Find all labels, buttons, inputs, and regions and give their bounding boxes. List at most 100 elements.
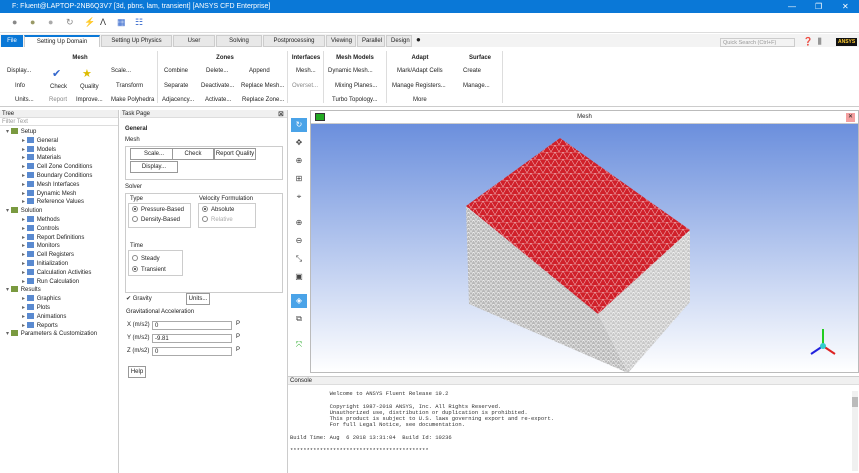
views-icon[interactable]: ⧉ bbox=[291, 312, 307, 326]
mixing-planes-button[interactable]: Mixing Planes... bbox=[335, 83, 377, 89]
z-param-button[interactable]: P bbox=[236, 347, 240, 353]
absolute-radio[interactable]: Absolute bbox=[202, 206, 234, 213]
tree-item[interactable]: ▸ General bbox=[22, 136, 58, 146]
tree-item[interactable]: ▸ Cell Registers bbox=[22, 251, 74, 260]
tree-item[interactable]: ▸ Controls bbox=[22, 224, 59, 234]
graphics-viewport[interactable] bbox=[311, 124, 858, 373]
delete-button[interactable]: Delete... bbox=[206, 68, 228, 74]
separate-button[interactable]: Separate bbox=[164, 83, 188, 89]
zoom-box-icon[interactable]: ⊞ bbox=[291, 172, 307, 186]
dynamic-mesh-button[interactable]: Dynamic Mesh... bbox=[328, 68, 373, 74]
tab-user-defined[interactable]: User Defined bbox=[173, 35, 215, 55]
tree-item[interactable]: ▸ Boundary Conditions bbox=[22, 172, 92, 181]
make-polyhedra-button[interactable]: Make Polyhedra bbox=[111, 97, 154, 103]
tree-item[interactable]: ▸ Cell Zone Conditions bbox=[22, 163, 92, 172]
close-button[interactable]: ✕ bbox=[842, 0, 849, 13]
tree-item[interactable]: ▾ Solution bbox=[6, 207, 42, 216]
tree-item[interactable]: ▸ Animations bbox=[22, 312, 66, 322]
tree-item[interactable]: ▸ Initialization bbox=[22, 260, 68, 269]
interfaces-mesh-button[interactable]: Mesh... bbox=[296, 68, 316, 74]
save-icon[interactable]: ● bbox=[48, 17, 53, 27]
tab-postprocessing[interactable]: Postprocessing bbox=[263, 35, 325, 47]
probe-icon[interactable]: ⌖ bbox=[291, 190, 307, 204]
tree-item[interactable]: ▸ Dynamic Mesh bbox=[22, 189, 76, 199]
replace-zone-button[interactable]: Replace Zone... bbox=[242, 97, 284, 103]
check-button[interactable]: Check bbox=[50, 84, 67, 90]
surface-create-button[interactable]: Create bbox=[463, 68, 481, 74]
console-output[interactable]: Welcome to ANSYS Fluent Release 19.2 Cop… bbox=[290, 390, 554, 454]
tab-viewing[interactable]: Viewing bbox=[326, 35, 356, 47]
density-based-radio[interactable]: Density-Based bbox=[132, 216, 180, 223]
zoom-in-icon[interactable]: ⊕ bbox=[291, 216, 307, 230]
tab-parallel[interactable]: Parallel bbox=[357, 35, 385, 47]
quick-search-input[interactable]: Quick Search (Ctrl+F) bbox=[720, 38, 795, 47]
zoom-icon[interactable]: ⊕ bbox=[291, 154, 307, 168]
gravity-checkbox[interactable]: ✔ Gravity bbox=[126, 295, 152, 302]
deactivate-button[interactable]: Deactivate... bbox=[201, 83, 234, 89]
console-scrollbar[interactable] bbox=[852, 391, 858, 471]
relative-radio[interactable]: Relative bbox=[202, 216, 233, 223]
open-icon[interactable]: ● bbox=[30, 17, 35, 27]
transform-button[interactable]: Transform bbox=[116, 83, 143, 89]
scale-button[interactable]: Scale... bbox=[130, 148, 178, 160]
tree-item[interactable]: ▾ Parameters & Customization bbox=[6, 330, 97, 339]
transient-radio[interactable]: Transient bbox=[132, 266, 166, 273]
overset-button[interactable]: Overset... bbox=[292, 83, 318, 89]
manage-registers-button[interactable]: Manage Registers... bbox=[392, 83, 446, 89]
new-icon[interactable]: ● bbox=[12, 17, 17, 27]
units-button[interactable]: Units... bbox=[186, 293, 210, 305]
tree-item[interactable]: ▸ Methods bbox=[22, 216, 60, 225]
tab-setting-up-physics[interactable]: Setting Up Physics bbox=[101, 35, 172, 47]
layout-icon[interactable]: ▦ bbox=[117, 17, 126, 28]
view-icon[interactable]: ▣ bbox=[291, 270, 307, 284]
tab-design[interactable]: Design bbox=[386, 35, 412, 47]
scale-button[interactable]: Scale... bbox=[111, 68, 131, 74]
tree-item[interactable]: ▸ Run Calculation bbox=[22, 277, 79, 287]
report-quality-button[interactable]: Report Quality bbox=[214, 148, 256, 160]
append-button[interactable]: Append bbox=[249, 68, 270, 74]
display-button[interactable]: Display... bbox=[130, 161, 178, 173]
close-graphics-icon[interactable]: ✕ bbox=[846, 113, 855, 122]
help-circle-icon[interactable]: ● bbox=[416, 35, 421, 44]
axes-icon[interactable]: ⤧ bbox=[291, 338, 307, 352]
x-accel-input[interactable]: 0 bbox=[152, 321, 232, 330]
restore-button[interactable]: ❐ bbox=[815, 0, 822, 13]
tree-item[interactable]: ▸ Monitors bbox=[22, 242, 60, 251]
report-button[interactable]: Report bbox=[49, 97, 67, 103]
y-accel-input[interactable]: -9.81 bbox=[152, 334, 232, 343]
z-accel-input[interactable]: 0 bbox=[152, 347, 232, 356]
info-button[interactable]: Info bbox=[15, 83, 25, 89]
steady-radio[interactable]: Steady bbox=[132, 255, 160, 262]
replace-mesh-button[interactable]: Replace Mesh... bbox=[241, 83, 284, 89]
tree-item[interactable]: ▾ Setup bbox=[6, 128, 36, 137]
isometric-view-icon[interactable]: ◈ bbox=[291, 294, 307, 308]
fit-icon[interactable]: ⤡ bbox=[291, 252, 307, 266]
tree-item[interactable]: ▾ Results bbox=[6, 286, 41, 295]
surface-manage-button[interactable]: Manage... bbox=[463, 83, 490, 89]
tree-item[interactable]: ▸ Reports bbox=[22, 321, 58, 331]
tree-item[interactable]: ▸ Graphics bbox=[22, 295, 61, 304]
combine-button[interactable]: Combine bbox=[164, 68, 188, 74]
tab-setting-up-domain[interactable]: Setting Up Domain bbox=[24, 35, 100, 47]
tree-item[interactable]: ▸ Reference Values bbox=[22, 198, 84, 207]
zoom-out-icon[interactable]: ⊖ bbox=[291, 234, 307, 248]
tree-item[interactable]: ▸ Models bbox=[22, 145, 56, 155]
quality-button[interactable]: Quality bbox=[80, 84, 99, 90]
close-panel-icon[interactable]: ⊠ bbox=[278, 110, 284, 118]
x-param-button[interactable]: P bbox=[236, 321, 240, 327]
turbo-topology-button[interactable]: Turbo Topology... bbox=[332, 97, 378, 103]
help-button[interactable]: Help bbox=[128, 366, 146, 378]
tree-item[interactable]: ▸ Report Definitions bbox=[22, 233, 84, 243]
rotate-icon[interactable]: ↻ bbox=[291, 118, 307, 132]
activate-button[interactable]: Activate... bbox=[205, 97, 231, 103]
tab-solving[interactable]: Solving bbox=[216, 35, 262, 47]
refresh-icon[interactable]: ↻ bbox=[66, 17, 74, 28]
units-button[interactable]: Units... bbox=[15, 97, 34, 103]
settings-icon[interactable]: ☷ bbox=[135, 17, 143, 28]
tree-item[interactable]: ▸ Plots bbox=[22, 304, 50, 313]
pan-icon[interactable]: ✥ bbox=[291, 136, 307, 150]
check-button[interactable]: Check bbox=[172, 148, 214, 160]
more-button[interactable]: More bbox=[413, 97, 427, 103]
pressure-based-radio[interactable]: Pressure-Based bbox=[132, 206, 184, 213]
tab-file[interactable]: File bbox=[1, 35, 23, 47]
